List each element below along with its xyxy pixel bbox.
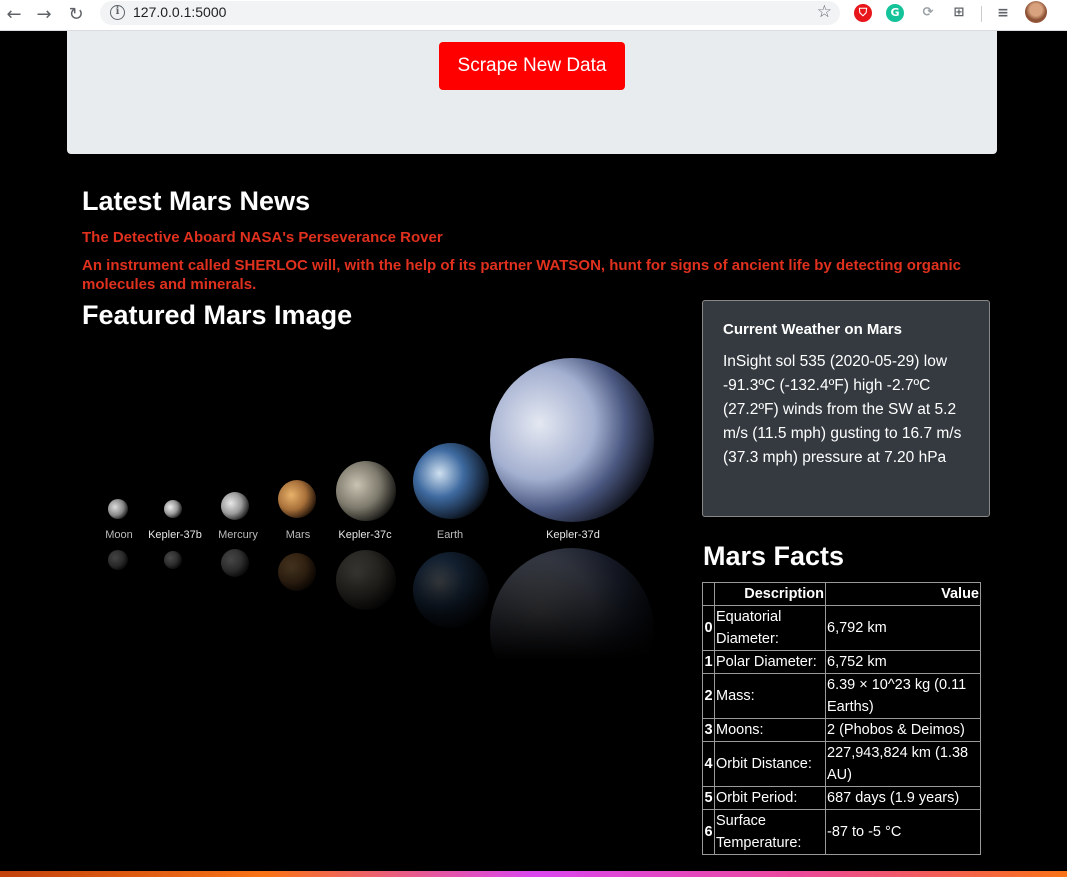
row-index: 6 <box>702 809 715 855</box>
planet-label-mercury: Mercury <box>218 529 258 541</box>
mars-facts-table: Description Value 0 Equatorial Diameter:… <box>702 582 981 855</box>
taskbar-edge <box>0 871 1067 877</box>
url-text[interactable]: 127.0.0.1:5000 <box>133 4 226 20</box>
address-bar[interactable]: i 127.0.0.1:5000 ☆ <box>100 1 840 25</box>
mars-planet <box>278 480 316 518</box>
fact-value: 2 (Phobos & Deimos) <box>825 718 981 742</box>
fact-description: Equatorial Diameter: <box>714 605 826 651</box>
table-row: 1 Polar Diameter: 6,752 km <box>702 650 981 674</box>
fact-description: Moons: <box>714 718 826 742</box>
jumbotron: Scrape New Data <box>67 31 997 154</box>
kepler-37d-planet <box>490 358 654 522</box>
scrape-new-data-button[interactable]: Scrape New Data <box>439 42 625 90</box>
planet-label-kepler-37b: Kepler-37b <box>148 529 202 541</box>
grammarly-extension-icon[interactable]: G <box>886 4 904 22</box>
planet-label-kepler-37c: Kepler-37c <box>338 529 392 541</box>
fact-description: Mass: <box>714 673 826 719</box>
earth-planet <box>413 443 489 519</box>
row-index: 2 <box>702 673 715 719</box>
table-row: 6 Surface Temperature: -87 to -5 °C <box>702 809 981 855</box>
row-index: 4 <box>702 741 715 787</box>
fact-description: Orbit Distance: <box>714 741 826 787</box>
fact-value: 227,943,824 km (1.38 AU) <box>825 741 981 787</box>
fact-value: 687 days (1.9 years) <box>825 786 981 810</box>
sync-extension-icon[interactable]: ⟳ <box>919 4 937 22</box>
facts-heading: Mars Facts <box>703 541 845 571</box>
featured-image-heading: Featured Mars Image <box>82 300 353 330</box>
column-header-value: Value <box>825 582 981 606</box>
mercury-planet <box>221 492 249 520</box>
moon-planet <box>108 499 128 519</box>
media-queue-icon[interactable]: ≡ <box>994 4 1012 22</box>
site-info-icon[interactable]: i <box>110 5 125 20</box>
planet-label-mars: Mars <box>285 529 311 541</box>
back-icon[interactable]: ← <box>2 3 26 27</box>
fact-value: 6,792 km <box>825 605 981 651</box>
weather-text: InSight sol 535 (2020-05-29) low -91.3ºC… <box>723 353 962 466</box>
kepler-37c-planet <box>336 461 396 521</box>
reload-icon[interactable]: ↻ <box>64 3 88 27</box>
table-row: 2 Mass: 6.39 × 10^23 kg (0.11 Earths) <box>702 673 981 719</box>
fact-value: 6.39 × 10^23 kg (0.11 Earths) <box>825 673 981 719</box>
row-index: 3 <box>702 718 715 742</box>
bookmark-star-icon[interactable]: ☆ <box>817 2 832 22</box>
fact-description: Polar Diameter: <box>714 650 826 674</box>
column-header-index <box>702 582 715 606</box>
row-index: 5 <box>702 786 715 810</box>
planet-label-kepler-37d: Kepler-37d <box>546 529 600 541</box>
planet-reflections <box>108 548 654 712</box>
table-row: 3 Moons: 2 (Phobos & Deimos) <box>702 718 981 742</box>
table-row: 4 Orbit Distance: 227,943,824 km (1.38 A… <box>702 741 981 787</box>
toolbar-divider <box>981 6 982 22</box>
table-header-row: Description Value <box>702 582 981 606</box>
ublock-extension-icon[interactable]: ⛉ <box>854 4 872 22</box>
news-teaser: An instrument called SHERLOC will, with … <box>82 257 961 293</box>
featured-mars-image: Moon Kepler-37b Mercury Mars Kepler-37c … <box>82 340 672 712</box>
news-title: The Detective Aboard NASA's Perseverance… <box>82 229 443 246</box>
kepler-37b-planet <box>164 500 182 518</box>
table-row: 5 Orbit Period: 687 days (1.9 years) <box>702 786 981 810</box>
fact-value: 6,752 km <box>825 650 981 674</box>
planet-label-earth: Earth <box>436 529 464 541</box>
grid-extension-icon[interactable]: ⊞ <box>950 4 968 22</box>
news-heading: Latest Mars News <box>82 186 311 216</box>
planets-illustration <box>108 358 654 712</box>
browser-toolbar: ← → ↻ i 127.0.0.1:5000 ☆ ⛉ G ⟳ ⊞ ≡ <box>0 0 1067 31</box>
weather-card: Current Weather on Mars InSight sol 535 … <box>702 300 990 517</box>
row-index: 0 <box>702 605 715 651</box>
forward-icon[interactable]: → <box>32 3 56 27</box>
fact-value: -87 to -5 °C <box>825 809 981 855</box>
planet-label-moon: Moon <box>105 529 133 541</box>
weather-title: Current Weather on Mars <box>723 321 902 338</box>
row-index: 1 <box>702 650 715 674</box>
table-row: 0 Equatorial Diameter: 6,792 km <box>702 605 981 651</box>
column-header-description: Description <box>714 582 826 606</box>
fact-description: Surface Temperature: <box>714 809 826 855</box>
profile-avatar[interactable] <box>1025 1 1047 23</box>
fact-description: Orbit Period: <box>714 786 826 810</box>
